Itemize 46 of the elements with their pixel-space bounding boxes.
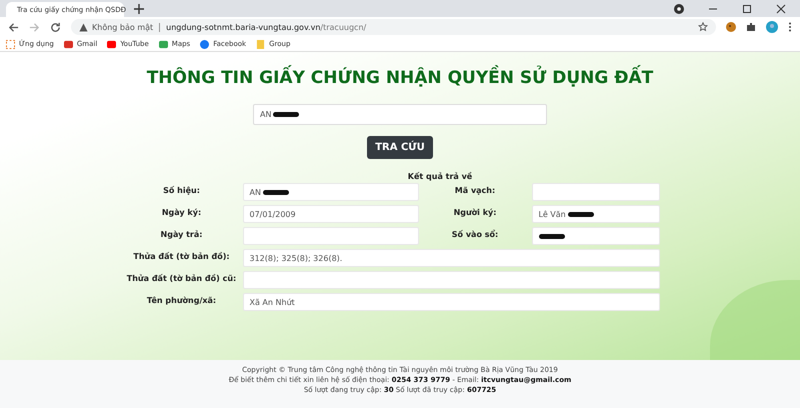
text-field[interactable]: Xã An Nhứt — [242, 293, 660, 311]
folder-icon — [256, 40, 266, 48]
text-field[interactable] — [532, 183, 660, 201]
field-label: Ngày trả: — [160, 229, 204, 239]
menu-icon[interactable] — [788, 22, 792, 32]
field-label: Mã vạch: — [454, 185, 496, 195]
text-field[interactable]: 312(8); 325(8); 326(8). — [242, 249, 660, 267]
star-icon[interactable] — [698, 22, 708, 32]
site-icon — [107, 40, 116, 48]
site-icon — [158, 40, 168, 48]
back-icon[interactable] — [8, 22, 19, 32]
redaction-mark — [568, 212, 594, 216]
text-field[interactable]: Lê Văn — [532, 205, 660, 223]
avatar-icon[interactable] — [766, 21, 778, 33]
close-icon[interactable] — [776, 4, 786, 14]
text-field[interactable]: AN — [242, 183, 418, 201]
reload-icon[interactable] — [50, 22, 61, 32]
warning-icon — [79, 22, 88, 32]
redaction-mark — [273, 112, 300, 117]
field-label: Ngày ký: — [160, 207, 202, 217]
media-icon[interactable] — [674, 4, 684, 14]
redaction-mark — [262, 190, 289, 194]
redaction-mark — [538, 234, 564, 238]
security-label: Không bảo mật — [92, 22, 154, 32]
new-tab-icon[interactable] — [134, 4, 144, 14]
result-heading: Kết quả trả về — [408, 172, 472, 181]
maximize-icon[interactable] — [742, 4, 752, 14]
text-field[interactable]: 07/01/2009 — [242, 205, 418, 223]
text-field[interactable] — [242, 227, 418, 245]
address-bar[interactable]: Không bảo mật ungdung-sotnmt.baria-vungtau.gov.vn/tracuugcn/ — [71, 19, 716, 35]
field-label: Số hiệu: — [162, 185, 201, 195]
site-icon — [200, 40, 210, 48]
field-label: Thửa đất (tờ bản đồ) cũ: — [126, 273, 238, 283]
text-field[interactable] — [532, 227, 660, 245]
field-label: Số vào sổ: — [450, 228, 500, 239]
field-label: Tên phường/xã: — [146, 295, 218, 305]
search-field[interactable]: AN — [253, 104, 547, 125]
search-button[interactable]: TRA CỨU — [367, 136, 433, 159]
puzzle-icon[interactable] — [746, 22, 756, 32]
text-field[interactable] — [242, 271, 660, 289]
url-text: ungdung-sotnmt.baria-vungtau.gov.vn/tracuugcn/ — [166, 22, 366, 32]
site-icon — [64, 40, 73, 48]
grid-icon — [6, 40, 15, 48]
field-label: Thửa đất (tờ bản đồ): — [132, 251, 231, 261]
cookie-icon[interactable] — [726, 22, 736, 32]
field-label: Người ký: — [452, 207, 498, 217]
